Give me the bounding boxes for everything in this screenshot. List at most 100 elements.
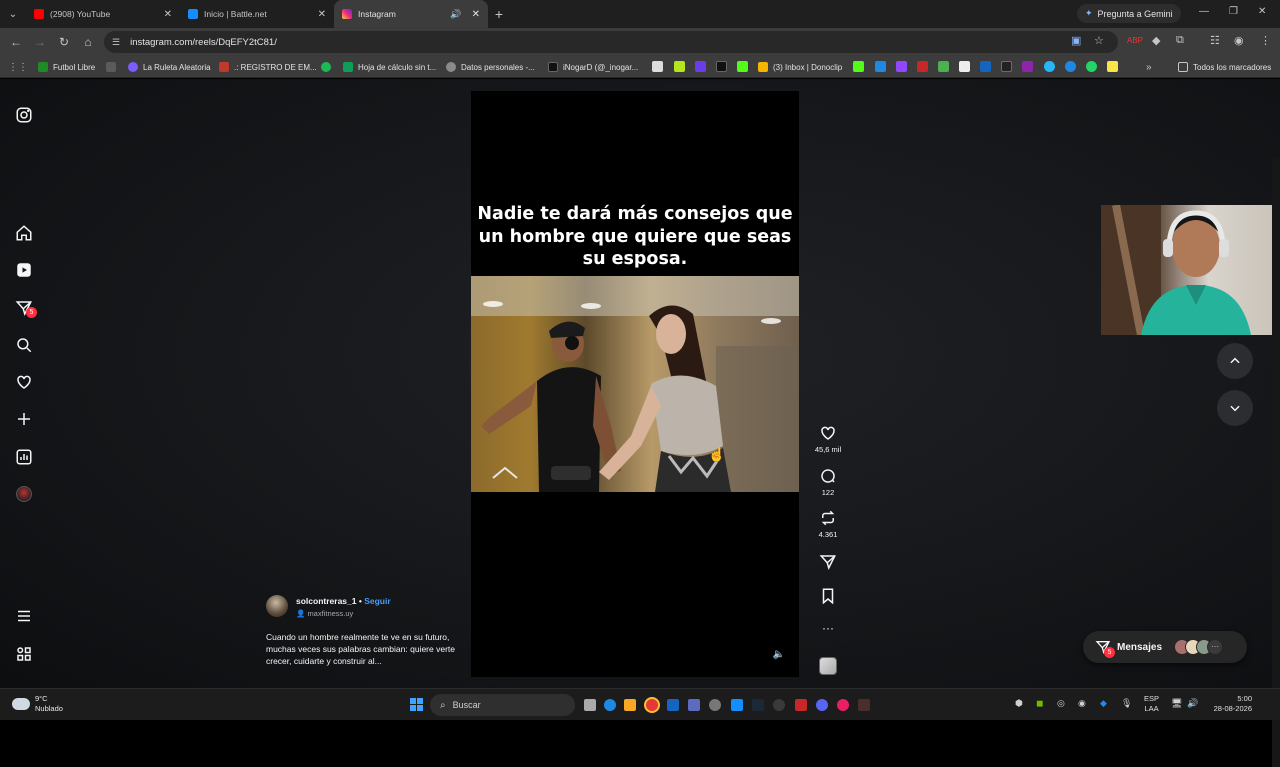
- app-icon[interactable]: [837, 699, 849, 711]
- avatar[interactable]: [266, 595, 288, 617]
- all-bookmarks-button[interactable]: Todos los marcadores: [1178, 60, 1271, 74]
- file-explorer-icon[interactable]: [624, 699, 636, 711]
- bookmark-favicon-icon[interactable]: [1107, 61, 1118, 72]
- app-icon[interactable]: [773, 699, 785, 711]
- bookmark-item[interactable]: [106, 60, 121, 74]
- previous-reel-button[interactable]: [1217, 343, 1253, 379]
- bookmark-favicon-icon[interactable]: [674, 61, 685, 72]
- nvidia-icon[interactable]: ◼: [1036, 698, 1043, 709]
- bookmark-favicon-icon[interactable]: [1022, 61, 1033, 72]
- menu-icon[interactable]: [14, 606, 34, 626]
- next-reel-button[interactable]: [1217, 390, 1253, 426]
- app-icon[interactable]: [795, 699, 807, 711]
- battlenet-icon[interactable]: [731, 699, 743, 711]
- apps-grid-icon[interactable]: ⋮⋮: [8, 60, 28, 74]
- bookmark-item[interactable]: (3) Inbox | Donoclip: [758, 60, 842, 74]
- edge-icon[interactable]: [604, 699, 616, 711]
- tab-groups-icon[interactable]: ☷: [1210, 34, 1220, 47]
- app-icon[interactable]: [709, 699, 721, 711]
- heart-nav-icon[interactable]: [14, 372, 34, 392]
- bookmark-favicon-icon[interactable]: [959, 61, 970, 72]
- reel-video[interactable]: Nadie te dará más consejos que un hombre…: [471, 91, 799, 677]
- follow-button[interactable]: Seguir: [364, 596, 390, 606]
- extension-icon[interactable]: ◆: [1152, 34, 1160, 47]
- adblock-icon[interactable]: ABP: [1127, 36, 1143, 45]
- back-icon[interactable]: ←: [4, 35, 28, 49]
- reels-nav-icon[interactable]: [14, 260, 34, 280]
- extensions-puzzle-icon[interactable]: ⧉: [1176, 34, 1184, 47]
- close-icon[interactable]: ✕: [318, 9, 326, 20]
- messenger-icon[interactable]: [1065, 61, 1076, 72]
- bookmark-favicon-icon[interactable]: [980, 61, 991, 72]
- speaker-icon[interactable]: 🔊: [450, 9, 461, 20]
- more-options-icon[interactable]: ···: [809, 621, 847, 635]
- lens-icon[interactable]: ▣: [1071, 34, 1081, 47]
- reload-icon[interactable]: ↻: [52, 35, 76, 49]
- home-icon[interactable]: ⌂: [76, 35, 100, 49]
- bookmark-favicon-icon[interactable]: [875, 61, 886, 72]
- messages-button[interactable]: 5 Mensajes ⋯: [1083, 631, 1247, 663]
- bookmark-item[interactable]: La Ruleta Aleatoria: [128, 60, 211, 74]
- audio-button[interactable]: [809, 657, 847, 675]
- taskbar-search[interactable]: ⌕ Buscar: [430, 694, 575, 716]
- dashboard-nav-icon[interactable]: [14, 447, 34, 467]
- volume-icon[interactable]: 🔈: [771, 649, 787, 665]
- share-button[interactable]: [809, 553, 847, 571]
- address-bar[interactable]: ☰ instagram.com/reels/DqEFY2tC81/: [104, 31, 1118, 53]
- store-icon[interactable]: [667, 699, 679, 711]
- app-icon[interactable]: [688, 699, 700, 711]
- new-tab-button[interactable]: +: [488, 6, 510, 22]
- also-from-meta-icon[interactable]: [14, 644, 34, 664]
- bookmark-favicon-icon[interactable]: [938, 61, 949, 72]
- tab-instagram[interactable]: Instagram 🔊 ✕: [334, 0, 488, 28]
- more-menu-icon[interactable]: ⋮: [1260, 34, 1271, 47]
- tray-icon[interactable]: ⬢: [1015, 698, 1023, 709]
- tray-icon[interactable]: ◎: [1057, 698, 1065, 709]
- volume-icon[interactable]: 🔊: [1187, 698, 1198, 709]
- bookmark-favicon-icon[interactable]: [1001, 61, 1012, 72]
- close-icon[interactable]: ✕: [472, 9, 480, 20]
- twitch-icon[interactable]: [896, 61, 907, 72]
- profile-icon[interactable]: ◉: [1234, 34, 1244, 47]
- bookmark-item[interactable]: iNogarD (@_inogar...: [548, 60, 638, 74]
- home-nav-icon[interactable]: [14, 223, 34, 243]
- repost-button[interactable]: 4.361: [809, 509, 847, 539]
- whatsapp-icon[interactable]: [1086, 61, 1097, 72]
- profile-nav-avatar[interactable]: [14, 484, 34, 504]
- more-bookmarks-icon[interactable]: »: [1146, 60, 1152, 74]
- restore-icon[interactable]: ❐: [1229, 6, 1238, 17]
- battlenet-tray-icon[interactable]: ◆: [1100, 698, 1107, 709]
- windows-start-icon[interactable]: [410, 698, 423, 711]
- steam-icon[interactable]: [752, 699, 764, 711]
- search-nav-icon[interactable]: [14, 335, 34, 355]
- tab-youtube[interactable]: (2908) YouTube ✕: [26, 0, 180, 28]
- bookmark-star-icon[interactable]: ☆: [1094, 34, 1104, 47]
- gemini-button[interactable]: ✦ Pregunta a Gemini: [1077, 4, 1181, 23]
- like-button[interactable]: 45,6 mil: [809, 424, 847, 454]
- bookmark-item[interactable]: .: REGISTRO DE EM...: [219, 60, 317, 74]
- bookmark-item[interactable]: Datos personales -...: [446, 60, 535, 74]
- network-icon[interactable]: 🖥: [1171, 698, 1182, 709]
- steam-tray-icon[interactable]: ◉: [1078, 698, 1086, 709]
- tab-battlenet[interactable]: Inicio | Battle.net ✕: [180, 0, 334, 28]
- instagram-logo-icon[interactable]: [14, 105, 34, 125]
- forward-icon[interactable]: →: [28, 35, 52, 49]
- window-close-icon[interactable]: ✕: [1258, 6, 1266, 17]
- reel-caption[interactable]: Cuando un hombre realmente te ve en su f…: [266, 631, 456, 667]
- bookmark-item[interactable]: Futbol Libre: [38, 60, 95, 74]
- bookmark-favicon-icon[interactable]: [695, 61, 706, 72]
- create-nav-icon[interactable]: [14, 409, 34, 429]
- minimize-icon[interactable]: —: [1199, 6, 1209, 17]
- chrome-icon[interactable]: [646, 699, 658, 711]
- bookmark-item[interactable]: Hoja de cálculo sin t...: [343, 60, 436, 74]
- bookmark-favicon-icon[interactable]: [716, 61, 727, 72]
- bookmark-favicon-icon[interactable]: [652, 61, 663, 72]
- username[interactable]: solcontreras_1: [296, 596, 356, 606]
- input-language[interactable]: ESP LAA: [1144, 694, 1159, 714]
- save-button[interactable]: [809, 587, 847, 605]
- tab-search-chevron-icon[interactable]: ⌄: [0, 1, 26, 27]
- bookmark-favicon-icon[interactable]: [853, 61, 864, 72]
- author-subtitle[interactable]: 👤 maxfitness.uy: [296, 609, 353, 618]
- site-info-icon[interactable]: ☰: [112, 37, 120, 48]
- comment-button[interactable]: 122: [809, 467, 847, 497]
